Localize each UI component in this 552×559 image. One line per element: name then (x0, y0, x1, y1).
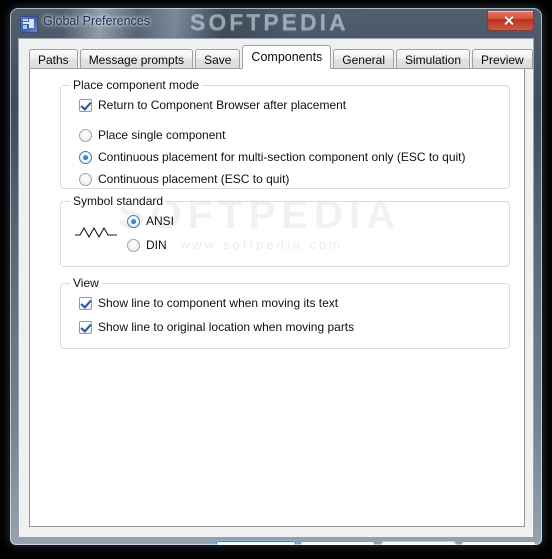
radio-label: Place single component (98, 128, 226, 142)
radio-continuous-placement[interactable]: Continuous placement (ESC to quit) (79, 172, 289, 186)
tab-panel-components: SOFTPEDIA www.softpedia.com Place compon… (29, 68, 525, 527)
group-title-symbol-standard: Symbol standard (70, 194, 167, 208)
radio-label: DIN (146, 238, 167, 252)
desktop-watermark: SOFTPEDIA (190, 9, 349, 35)
group-place-component-mode: Place component mode Return to Component… (60, 78, 510, 189)
radio-continuous-multisection[interactable]: Continuous placement for multi-section c… (79, 150, 466, 164)
tab-simulation[interactable]: Simulation (396, 49, 471, 69)
radio-icon[interactable] (127, 238, 140, 252)
checkbox-icon[interactable] (79, 98, 92, 112)
help-button[interactable]: Help (461, 541, 536, 545)
dialog-client: Paths Message prompts Save Components Ge… (18, 38, 536, 545)
radio-icon[interactable] (79, 150, 92, 164)
tab-paths[interactable]: Paths (29, 49, 78, 69)
checkbox-icon[interactable] (79, 320, 92, 334)
tab-save[interactable]: Save (195, 49, 241, 69)
group-title-view: View (70, 276, 102, 290)
radio-label: ANSI (146, 214, 175, 228)
group-view: View Show line to component when moving … (60, 276, 510, 349)
cancel-button[interactable]: Cancel (300, 541, 375, 545)
checkbox-show-line-to-component[interactable]: Show line to component when moving its t… (79, 296, 338, 310)
tab-preview[interactable]: Preview (472, 49, 533, 69)
window-title: Global Preferences (43, 14, 151, 28)
radio-din[interactable]: DIN (127, 238, 167, 252)
checkbox-icon[interactable] (79, 296, 92, 310)
apply-button: Apply (381, 541, 456, 545)
radio-label: Continuous placement for multi-section c… (98, 150, 466, 164)
screen: SOFTPEDIA Global Preferences Paths Messa… (0, 0, 552, 559)
ok-button[interactable]: OK (216, 541, 296, 545)
checkbox-return-to-browser[interactable]: Return to Component Browser after placem… (79, 98, 346, 112)
radio-icon[interactable] (79, 128, 92, 142)
radio-ansi[interactable]: ANSI (127, 214, 174, 228)
checkbox-show-line-to-original-location[interactable]: Show line to original location when movi… (79, 320, 354, 334)
checkbox-label: Show line to original location when movi… (98, 320, 355, 334)
tab-general[interactable]: General (333, 49, 394, 69)
tab-strip: Paths Message prompts Save Components Ge… (29, 45, 535, 69)
radio-place-single-component[interactable]: Place single component (79, 128, 225, 142)
radio-label: Continuous placement (ESC to quit) (98, 172, 290, 186)
tab-message-prompts[interactable]: Message prompts (79, 49, 194, 69)
checkbox-label: Show line to component when moving its t… (98, 296, 339, 310)
radio-icon[interactable] (127, 214, 140, 228)
resistor-zigzag-icon (75, 226, 117, 239)
window-frame: SOFTPEDIA Global Preferences Paths Messa… (10, 8, 542, 545)
group-title-place-component-mode: Place component mode (70, 78, 203, 92)
checkbox-label: Return to Component Browser after placem… (98, 98, 347, 112)
app-icon (20, 16, 38, 33)
radio-icon[interactable] (79, 172, 92, 186)
group-symbol-standard: Symbol standard ANSI DIN (60, 194, 510, 267)
close-icon[interactable] (487, 11, 534, 31)
title-bar[interactable]: SOFTPEDIA Global Preferences (10, 8, 542, 38)
tab-components[interactable]: Components (242, 45, 332, 69)
